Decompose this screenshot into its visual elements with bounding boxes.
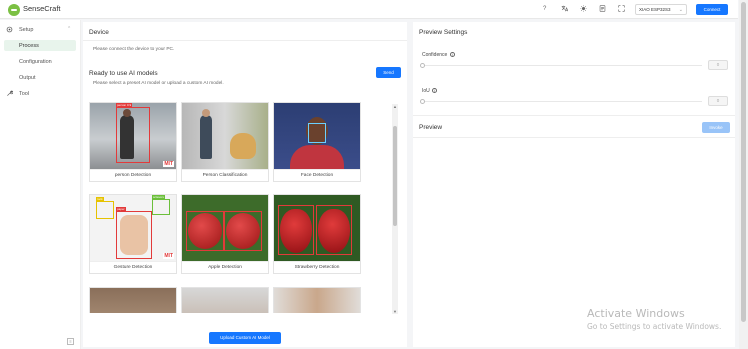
confidence-input[interactable]: 0 — [708, 60, 728, 70]
device-hint: Please connect the device to your PC. — [93, 47, 175, 52]
activate-windows-subtitle: Go to Settings to activate Windows. — [587, 322, 722, 331]
bbox — [186, 211, 224, 251]
confidence-slider[interactable] — [420, 63, 702, 68]
app-title: SenseCraft — [23, 4, 61, 13]
watermark-logo: MIT — [163, 161, 174, 167]
model-card-label: Strawberry Detection — [274, 261, 360, 273]
bbox-tag: person 0.9 — [116, 103, 133, 107]
strawberry-detection-image — [274, 195, 360, 261]
preview-title: Preview — [419, 124, 443, 131]
sidebar-item-tool[interactable]: Tool — [19, 91, 29, 97]
help-icon[interactable]: ? — [543, 5, 546, 14]
divider — [83, 40, 407, 41]
device-select[interactable]: XIAO ESP32S3 ⌄ — [635, 4, 687, 15]
models-hint: Please select a preset AI model or uploa… — [93, 81, 224, 86]
device-select-value: XIAO ESP32S3 — [639, 7, 671, 12]
tool-icon — [6, 90, 14, 99]
info-icon: i — [432, 88, 438, 93]
right-panel: Preview Settings Confidence i 0 IoU i 0 … — [413, 22, 735, 347]
model-card-face-detection[interactable]: Face Detection — [273, 102, 361, 182]
bbox-tag: paper — [116, 207, 126, 211]
setup-gear-icon — [6, 26, 13, 35]
document-icon[interactable] — [599, 5, 606, 16]
scroll-down-icon[interactable]: ▼ — [392, 309, 398, 314]
model-card-apple-detection[interactable]: Apple Detection — [181, 194, 269, 274]
translate-icon[interactable] — [561, 5, 569, 16]
upload-custom-model-button[interactable]: Upload Custom AI Model — [209, 332, 281, 344]
apple-detection-image — [182, 195, 268, 261]
scrollbar-thumb[interactable] — [393, 126, 397, 226]
sidebar-item-process[interactable]: Process — [19, 43, 39, 49]
activate-windows-title: Activate Windows — [587, 307, 685, 320]
bbox — [278, 205, 314, 255]
models-title: Ready to use AI models — [89, 70, 158, 77]
theme-icon[interactable] — [580, 5, 587, 16]
info-icon: i — [449, 52, 455, 57]
partial-model-image — [90, 288, 176, 313]
model-card-gesture-detection[interactable]: rock paper scissors MIT Gesture Detectio… — [89, 194, 177, 274]
model-card-partial[interactable] — [89, 287, 177, 313]
invoke-button[interactable]: Invoke — [702, 122, 730, 133]
bbox — [224, 211, 262, 251]
iou-slider[interactable] — [420, 99, 702, 104]
model-card-person-detection[interactable]: person 0.9 MIT person Detection — [89, 102, 177, 182]
model-card-label: Gesture Detection — [90, 261, 176, 273]
sidebar: Setup ⌃ Process Configuration Output Too… — [0, 20, 81, 349]
confidence-label: Confidence i — [422, 52, 455, 58]
model-card-person-classification[interactable]: Person Classification — [181, 102, 269, 182]
face-detection-image — [274, 103, 360, 169]
model-list-scrollbar[interactable]: ▲ ▼ — [392, 104, 398, 314]
bbox — [116, 211, 152, 259]
preview-settings-title: Preview Settings — [419, 29, 468, 36]
device-title: Device — [89, 29, 109, 36]
sensecraft-logo-icon — [8, 4, 20, 16]
person-detection-image: person 0.9 MIT — [90, 103, 176, 169]
iou-input[interactable]: 0 — [708, 96, 728, 106]
main-panel: Device Please connect the device to your… — [83, 22, 407, 347]
connect-button[interactable]: Connect — [696, 4, 728, 15]
iou-label-text: IoU — [422, 88, 430, 94]
scroll-up-icon[interactable]: ▲ — [392, 104, 398, 109]
partial-model-image — [274, 288, 360, 313]
bbox — [116, 107, 150, 163]
model-card-strawberry-detection[interactable]: Strawberry Detection — [273, 194, 361, 274]
chevron-down-icon: ⌄ — [678, 7, 683, 13]
gesture-detection-image: rock paper scissors MIT — [90, 195, 176, 261]
model-card-label: Face Detection — [274, 169, 360, 181]
confidence-label-text: Confidence — [422, 52, 448, 58]
model-card-label: Person Classification — [182, 169, 268, 181]
model-card-label: person Detection — [90, 169, 176, 181]
iou-label: IoU i — [422, 88, 438, 94]
sidebar-item-configuration[interactable]: Configuration — [19, 59, 52, 65]
model-card-label: Apple Detection — [182, 261, 268, 273]
bbox — [316, 205, 352, 255]
iou-slider-handle[interactable] — [420, 99, 425, 104]
page-scrollbar-thumb[interactable] — [741, 2, 746, 322]
sidebar-item-setup[interactable]: Setup — [19, 27, 33, 33]
sidebar-item-output[interactable]: Output — [19, 75, 36, 81]
partial-model-image — [182, 288, 268, 313]
chevron-up-icon[interactable]: ⌃ — [67, 26, 71, 32]
bbox-tag: rock — [96, 197, 104, 201]
send-button[interactable]: Send — [376, 67, 401, 78]
divider — [413, 115, 735, 116]
confidence-slider-handle[interactable] — [420, 63, 425, 68]
sidebar-active-highlight — [4, 40, 76, 51]
watermark-logo: MIT — [163, 253, 174, 259]
model-card-partial[interactable] — [273, 287, 361, 313]
model-card-partial[interactable] — [181, 287, 269, 313]
collapse-sidebar-icon[interactable]: ≡ — [67, 338, 74, 345]
top-bar: SenseCraft ? XIAO ESP32S3 ⌄ Connect — [0, 0, 738, 19]
fullscreen-icon[interactable] — [618, 5, 625, 16]
page-scrollbar[interactable] — [739, 0, 748, 349]
bbox-tag: scissors — [152, 195, 165, 199]
person-classification-image — [182, 103, 268, 169]
divider — [413, 137, 735, 138]
